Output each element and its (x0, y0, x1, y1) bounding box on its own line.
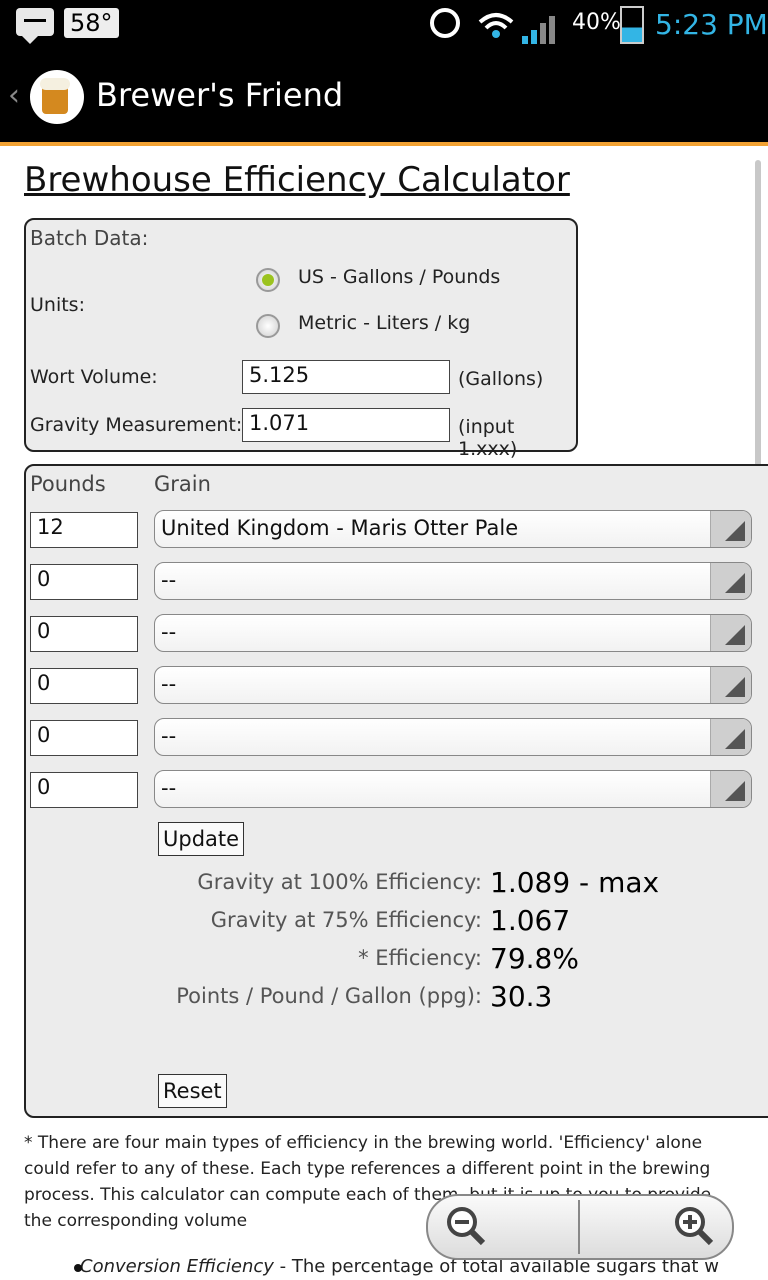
result-value-efficiency: 79.8% (490, 942, 579, 975)
result-label-efficiency: * Efficiency: (358, 946, 482, 970)
battery-icon (620, 6, 644, 44)
app-title: Brewer's Friend (96, 76, 344, 114)
pounds-input-4[interactable]: 0 (30, 668, 138, 704)
grain-select-3-value: -- (161, 620, 177, 644)
reset-button[interactable]: Reset (158, 1074, 227, 1108)
alarm-icon (430, 8, 460, 38)
wort-volume-unit: (Gallons) (458, 368, 544, 390)
dropdown-arrow-icon (710, 615, 751, 651)
page-title: Brewhouse Efficiency Calculator (24, 160, 570, 200)
grain-select-2-value: -- (161, 568, 177, 592)
result-value-ppg: 30.3 (490, 980, 553, 1013)
pounds-header: Pounds (30, 472, 106, 496)
wort-volume-label: Wort Volume: (30, 366, 158, 388)
result-label-100: Gravity at 100% Efficiency: (197, 870, 482, 894)
units-label: Units: (30, 294, 85, 316)
pounds-input-3[interactable]: 0 (30, 616, 138, 652)
message-icon (16, 8, 54, 44)
radio-us-label[interactable]: US - Gallons / Pounds (298, 266, 500, 288)
radio-metric-units[interactable] (256, 314, 280, 338)
clock: 5:23 PM (655, 8, 768, 41)
grain-select-6[interactable]: -- (154, 770, 752, 808)
status-bar: 58° 40% 5:23 PM (0, 0, 768, 50)
dropdown-arrow-icon (710, 667, 751, 703)
grain-select-2[interactable]: -- (154, 562, 752, 600)
zoom-controls (426, 1194, 734, 1260)
pounds-input-6[interactable]: 0 (30, 772, 138, 808)
zoom-out-icon[interactable] (446, 1206, 486, 1246)
result-value-75: 1.067 (490, 904, 571, 937)
gravity-hint: (input 1.xxx) (458, 416, 518, 460)
grain-select-3[interactable]: -- (154, 614, 752, 652)
grain-header: Grain (154, 472, 211, 496)
signal-icon (522, 16, 555, 44)
gravity-measurement-label: Gravity Measurement: (30, 414, 243, 436)
dropdown-arrow-icon (710, 563, 751, 599)
grain-panel: Pounds Grain 12 United Kingdom - Maris O… (24, 464, 768, 1118)
zoom-in-icon[interactable] (674, 1206, 714, 1246)
grain-select-4[interactable]: -- (154, 666, 752, 704)
dropdown-arrow-icon (710, 511, 751, 547)
batch-data-heading: Batch Data: (30, 226, 149, 250)
result-label-75: Gravity at 75% Efficiency: (210, 908, 482, 932)
wort-volume-input[interactable]: 5.125 (242, 360, 450, 394)
back-chevron-icon[interactable]: ‹ (8, 78, 20, 113)
dropdown-arrow-icon (710, 771, 751, 807)
result-value-100: 1.089 - max (490, 866, 660, 899)
update-button[interactable]: Update (158, 822, 245, 856)
pounds-input-5[interactable]: 0 (30, 720, 138, 756)
radio-metric-label[interactable]: Metric - Liters / kg (298, 312, 470, 334)
bullet-term: Conversion Efficiency (80, 1256, 274, 1277)
battery-percent: 40% (572, 10, 621, 35)
pounds-input-1[interactable]: 12 (30, 512, 138, 548)
grain-select-6-value: -- (161, 776, 177, 800)
dropdown-arrow-icon (710, 719, 751, 755)
result-label-ppg: Points / Pound / Gallon (ppg): (176, 984, 482, 1008)
pounds-input-2[interactable]: 0 (30, 564, 138, 600)
action-bar: ‹ Brewer's Friend (0, 50, 768, 146)
wifi-icon (478, 13, 514, 38)
temperature-indicator: 58° (64, 8, 119, 38)
gravity-measurement-input[interactable]: 1.071 (242, 408, 450, 442)
grain-select-4-value: -- (161, 672, 177, 696)
app-logo-icon[interactable] (30, 70, 84, 124)
radio-us-units[interactable] (256, 268, 280, 292)
grain-select-1[interactable]: United Kingdom - Maris Otter Pale (154, 510, 752, 548)
grain-select-5[interactable]: -- (154, 718, 752, 756)
batch-data-panel: Batch Data: Units: US - Gallons / Pounds… (24, 218, 578, 460)
grain-select-1-value: United Kingdom - Maris Otter Pale (161, 516, 519, 540)
grain-select-5-value: -- (161, 724, 177, 748)
